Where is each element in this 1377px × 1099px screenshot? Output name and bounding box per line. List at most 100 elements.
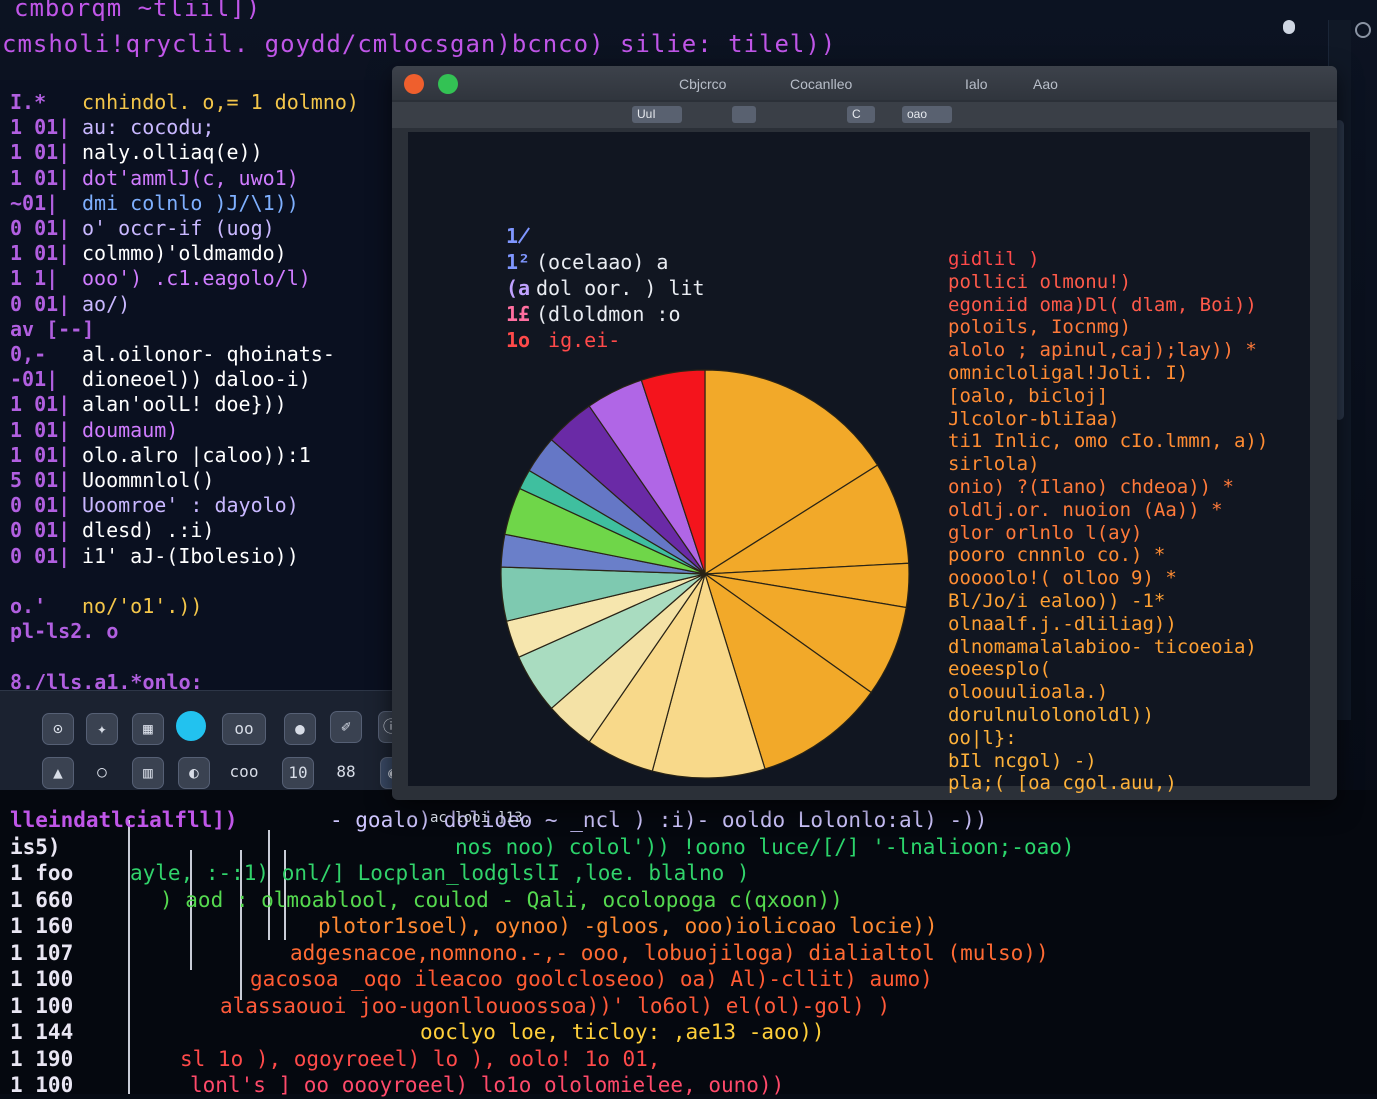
strip-button[interactable]: oao: [902, 106, 952, 123]
legend-entry: 1̸: [506, 224, 536, 248]
code-text: doumaum): [82, 417, 179, 442]
line-number: lleindatlcialfll]): [10, 808, 238, 832]
top-code-line: cmborqm ~tliil]): [14, 0, 262, 22]
code-text: dioneoel)) daloo-i): [82, 367, 311, 392]
code-line: 1 660) aod : olmoablool, coulod - Qali, …: [0, 888, 1377, 914]
toolbar-dot-button[interactable]: ●: [284, 713, 316, 745]
code-line: 1 01| dot'ammlJ(c, uwo1): [10, 166, 299, 190]
code-text: o' occr-if (uog): [82, 216, 275, 240]
bottom-code-pane[interactable]: lleindatlcialfll]) - goalo) dolioeo ~ _nc…: [0, 790, 1377, 1097]
console-line: oloouulioala.): [948, 681, 1109, 704]
menu-item[interactable]: Ialo: [965, 76, 988, 92]
code-line: 5 01| Uoommnlol(): [10, 468, 214, 492]
code-line: 0 01| dlesd) .:i): [10, 518, 214, 542]
line-number: 0 01|: [10, 493, 71, 518]
legend-entry: 1£ (dloldmon :o: [506, 302, 681, 326]
code-line: lleindatlcialfll]) - goalo) dolioeo ~ _nc…: [0, 808, 1377, 834]
code-line: ~01| dmi colnlo )J/\1)): [10, 191, 299, 215]
top-code-lines: cmborqm ~tliil]) cmsholi!qryclil. goydd/…: [0, 0, 1377, 70]
code-text: ) aod : olmoablool, coulod - Qali, ocolo…: [160, 887, 843, 912]
code-line: 0 01| ao/): [10, 292, 130, 316]
console-line: poloils, Iocnmg): [948, 316, 1132, 339]
code-line: o.' no/'o1'.)): [10, 594, 202, 618]
code-text: al.oilonor- qhoinats-: [82, 342, 335, 366]
close-window-button[interactable]: [404, 74, 424, 94]
code-line: 0 01| i1' aJ-(Ibolesio)): [10, 544, 299, 568]
code-line: 1 100 lonl's ] oo oooyroeel) lo1o ololomi…: [0, 1073, 1377, 1099]
toolbar-loop-button[interactable]: coo: [222, 757, 266, 789]
code-text: alan'oolL! doe})): [82, 392, 287, 417]
legend-label: (dloldmon :o: [536, 302, 681, 326]
toolbar-number-button[interactable]: 10: [282, 757, 314, 789]
toolbar-link-button[interactable]: oo: [222, 713, 266, 745]
toolbar-grid-button[interactable]: ▦: [132, 713, 164, 745]
toolbar-triangle-button[interactable]: ▲: [42, 757, 74, 789]
menu-item[interactable]: Aao: [1033, 76, 1058, 92]
strip-button[interactable]: C: [847, 106, 875, 123]
code-text: dlesd) .:i): [82, 518, 215, 543]
line-number: 1 foo: [10, 861, 74, 885]
code-line: 0 01| o' occr-if (uog): [10, 216, 275, 240]
code-text: cnhindol. o,= 1 dolmno): [82, 90, 359, 114]
strip-button[interactable]: [732, 106, 756, 123]
legend-label: (ocelaao) a: [536, 250, 669, 274]
toolbar-layout-button[interactable]: 88: [330, 757, 362, 789]
strip-button[interactable]: UuI: [632, 106, 682, 123]
code-line: 1 1| ooo') .c1.eagolo/l): [10, 266, 311, 290]
line-number: 1 01|: [10, 140, 71, 165]
console-line: dorulnulolonoldl)): [948, 704, 1154, 726]
toolbar-record-button[interactable]: [176, 711, 206, 741]
line-number: 1 107: [10, 940, 74, 965]
plot-area: ac looi ]13, 1̸ 1² (ocelaao) a (a dol oor. )…: [408, 132, 1310, 826]
toolbar-circle-button[interactable]: ○: [86, 757, 118, 789]
console-line: pooro cnnnlo co.) *: [948, 544, 1166, 567]
console-line: omnicloligal!Joli. I): [948, 362, 1189, 384]
settings-icon[interactable]: [1355, 22, 1371, 38]
code-line: -01| dioneoel)) daloo-i): [10, 367, 311, 391]
toolbar-gear-button[interactable]: ✦: [86, 713, 118, 745]
code-line: 1 100 alassaouoi joo-ugonllouoossoa))' lo…: [0, 994, 1377, 1020]
console-line: oldlj.or. nuoion (Aa)) *: [948, 498, 1223, 521]
toolbar-target-button[interactable]: ⊙: [42, 713, 74, 745]
code-line: 1 144 ooclyo loe, ticloy: ,ae13 -aoo)): [0, 1020, 1377, 1046]
line-number: 1 100: [10, 967, 74, 991]
window-title-bar[interactable]: Cbjcrco Cocanlleo Ialo Aao: [392, 66, 1337, 100]
code-text: alassaouoi joo-ugonllouoossoa))' lo6ol) …: [220, 993, 891, 1018]
console-line: eoeesplo(: [948, 658, 1051, 681]
tab-secondary[interactable]: Cocanlleo: [790, 76, 852, 92]
console-line: [oalo, bicloj]: [948, 384, 1109, 407]
code-line: 1 foo ayle, :-:1) onl/] Locplan_lodglslI …: [0, 861, 1377, 887]
code-line: 1 01| au: cocodu;: [10, 115, 214, 139]
toolbar-edit-button[interactable]: ✐: [330, 711, 362, 743]
toolbar-refresh-button[interactable]: ◐: [178, 757, 210, 789]
code-text: ao/): [82, 291, 131, 316]
legend-key: 1²: [506, 250, 531, 274]
code-line: 1 01| colmmo)'oldmamdo): [10, 241, 287, 265]
line-number: o.': [10, 594, 47, 618]
minimize-window-button[interactable]: [438, 74, 458, 94]
console-line: egoniid oma)Dl( dlam, Boi)): [948, 293, 1257, 316]
line-number: I.*: [10, 90, 47, 114]
code-text: Uoommnlol(): [82, 468, 215, 492]
line-number: 1 100: [10, 993, 74, 1018]
window-tool-strip: UuI C oao: [392, 102, 1337, 128]
toolbar-panel-button[interactable]: ▥: [132, 757, 164, 789]
line-number: 1 01|: [10, 442, 71, 467]
console-line: oo|l}:: [948, 726, 1017, 749]
top-code-line: cmsholi!qryclil. goydd/cmlocsgan)bcnco) …: [2, 30, 837, 58]
code-text: plotor1soel), oynoo) -gloos, ooo)iolicoa…: [318, 914, 938, 938]
code-line: 1 01| olo.alro |caloo)):1: [10, 443, 311, 467]
left-toolbar: ⊙ ✦ ▦ oo ● ✐ ⓘ ▲ ○ ▥ ◐ coo 10 88 ◉: [0, 690, 410, 801]
line-number: 0 01|: [10, 216, 71, 240]
code-text: no/'o1'.)): [82, 594, 203, 618]
console-line: pla;( [oa cgol.auu,): [948, 772, 1177, 795]
left-code-pane[interactable]: I.* cnhindol. o,= 1 dolmno) 1 01| au: cocod…: [0, 80, 410, 700]
legend-label: dol oor. ) lit: [536, 276, 705, 300]
legend-key: 1£: [506, 302, 531, 326]
line-number: 1 01|: [10, 392, 71, 417]
window-indicator-icon: [1283, 20, 1295, 34]
legend-label: ig.ei-: [536, 328, 621, 352]
code-line: is5) nos noo) colol')) !oono luce/[/] '-l…: [0, 835, 1377, 861]
line-number: 1 190: [10, 1046, 74, 1071]
line-number: 0 01|: [10, 518, 71, 543]
